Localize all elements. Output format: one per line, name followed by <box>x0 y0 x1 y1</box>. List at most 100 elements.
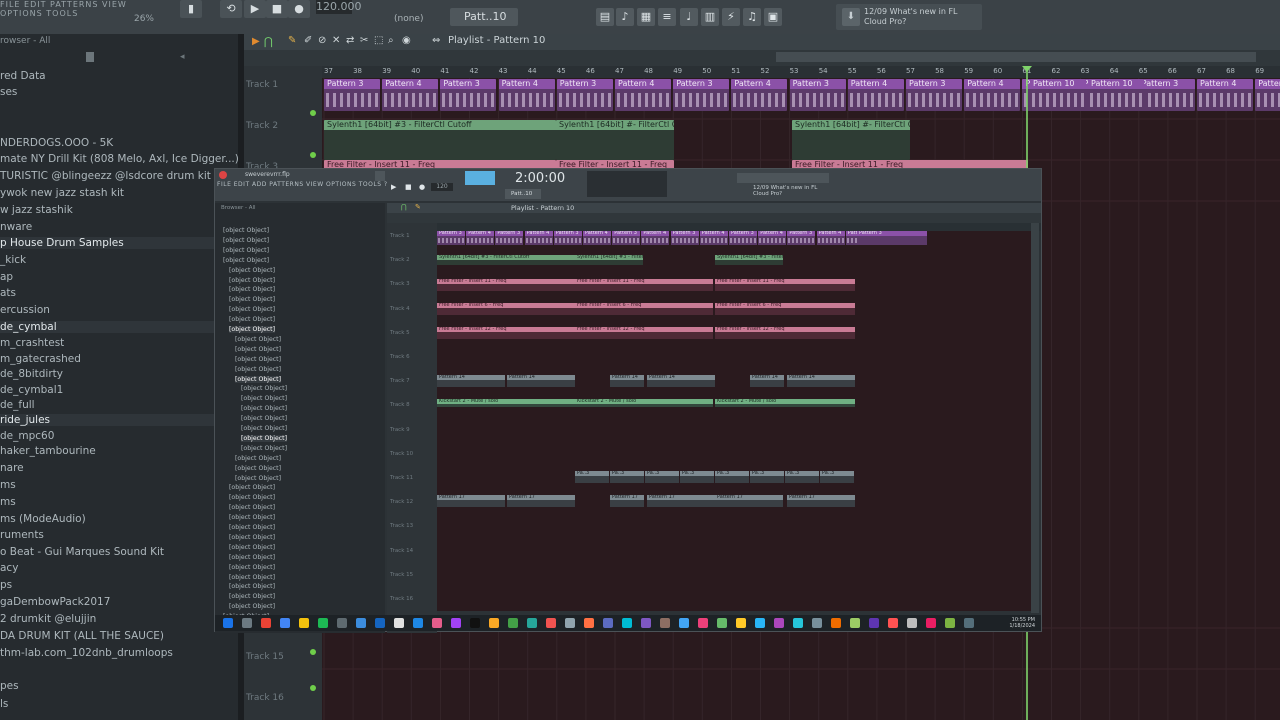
inner-clip[interactable]: Pattern 14 <box>437 375 505 387</box>
inner-browser-item[interactable]: [object Object] <box>223 257 269 264</box>
record-button[interactable]: ● <box>288 0 310 18</box>
inner-browser-item[interactable]: [object Object] <box>229 267 275 274</box>
pattern-clip[interactable]: Pattern 10 <box>1030 79 1086 111</box>
inner-clip[interactable]: Pattern 17 <box>437 495 505 507</box>
inner-clip[interactable]: Pattern 14 <box>750 375 784 387</box>
taskbar-app-icon[interactable] <box>907 618 917 628</box>
inner-clip[interactable]: Pattern 17 <box>610 495 644 507</box>
taskbar-app-icon[interactable] <box>470 618 480 628</box>
inner-clip[interactable]: Free Filter - Insert 6 - Freq <box>575 303 713 315</box>
taskbar-app-icon[interactable] <box>565 618 575 628</box>
taskbar-app-icon[interactable] <box>546 618 556 628</box>
pattern-clip[interactable]: Pattern 3 <box>1255 79 1280 111</box>
browser-item[interactable]: ms <box>0 479 16 491</box>
inner-clip[interactable]: Pattern 4 <box>641 231 670 245</box>
browser-item[interactable]: mate NY Drill Kit (808 Melo, Axl, Ice Di… <box>0 153 239 165</box>
browser-item[interactable]: NDERDOGS.OOO - 5K <box>0 137 113 149</box>
delete-icon[interactable]: ⊘ <box>318 35 326 46</box>
taskbar-app-icon[interactable] <box>280 618 290 628</box>
inner-clip[interactable]: Pa..3 <box>680 471 714 483</box>
inner-track-name[interactable]: Track 1 <box>390 233 410 239</box>
inner-track-name[interactable]: Track 5 <box>390 330 410 336</box>
track-name[interactable]: Track 2 <box>246 121 278 131</box>
taskbar-app-icon[interactable] <box>660 618 670 628</box>
browser-item[interactable]: ls <box>0 698 8 710</box>
browser-item[interactable]: o Beat - Gui Marques Sound Kit <box>0 546 164 558</box>
taskbar-app-icon[interactable] <box>736 618 746 628</box>
channel-rack-icon[interactable]: ▦ <box>637 8 655 26</box>
pattern-clip[interactable]: Pattern 3 <box>556 79 613 111</box>
inner-browser-item[interactable]: [object Object] <box>229 484 275 491</box>
track-name[interactable]: Track 15 <box>246 652 284 662</box>
inner-browser-item[interactable]: [object Object] <box>229 286 275 293</box>
browser-item[interactable]: ms (ModeAudio) <box>0 513 86 525</box>
inner-clip[interactable]: Pattern 3 <box>612 231 641 245</box>
inner-clip[interactable]: Pattern 3 <box>437 231 465 245</box>
taskbar-app-icon[interactable] <box>774 618 784 628</box>
taskbar-app-icon[interactable] <box>584 618 594 628</box>
browser-item[interactable]: ses <box>0 86 17 98</box>
taskbar-app-icon[interactable] <box>945 618 955 628</box>
tempo-display[interactable]: 120.000 <box>316 0 362 14</box>
browser-item[interactable]: ercussion <box>0 304 50 316</box>
render-icon[interactable]: ▣ <box>764 8 782 26</box>
inner-clip[interactable]: Free Filter - Insert 6 - Freq <box>437 303 575 315</box>
inner-vertical-scrollbar[interactable] <box>1031 223 1039 613</box>
inner-browser-item[interactable]: [object Object] <box>229 514 275 521</box>
inner-clip[interactable]: Pattern 17 <box>715 495 783 507</box>
inner-browser-item[interactable]: [object Object] <box>229 296 275 303</box>
taskbar-clock[interactable]: 10:55 PM 1/18/2024 <box>1009 617 1035 629</box>
browser-item[interactable]: 2 drumkit @elujjin <box>0 613 96 625</box>
inner-magnet-icon[interactable]: ⋂ <box>401 203 407 211</box>
taskbar-app-icon[interactable] <box>508 618 518 628</box>
inner-wave-toggle[interactable] <box>465 171 495 185</box>
inner-browser-item[interactable]: [object Object] <box>235 455 281 462</box>
inner-browser-item[interactable]: [object Object] <box>229 603 275 610</box>
taskbar-app-icon[interactable] <box>356 618 366 628</box>
track-indicator[interactable] <box>310 110 316 116</box>
inner-clip[interactable]: Pattern 3 <box>495 231 524 245</box>
speaker-icon[interactable]: ◉ <box>402 35 411 46</box>
browser-item[interactable]: m_gatecrashed <box>0 353 81 365</box>
play-button[interactable]: ▶ <box>244 0 266 18</box>
inner-browser-item[interactable]: [object Object] <box>241 434 288 442</box>
taskbar-app-icon[interactable] <box>850 618 860 628</box>
plugin-icon[interactable]: ⚡ <box>722 8 740 26</box>
taskbar-app-icon[interactable] <box>299 618 309 628</box>
inner-clip[interactable]: Free Filter - Insert 11 - Freq <box>437 279 575 291</box>
snap-selector[interactable]: (none) <box>394 14 423 24</box>
taskbar-app-icon[interactable] <box>926 618 936 628</box>
inner-clip[interactable]: Pa..3 <box>750 471 784 483</box>
inner-clip[interactable]: Pattern 17 <box>507 495 575 507</box>
taskbar-app-icon[interactable] <box>603 618 613 628</box>
inner-clip[interactable]: Pattern 4 <box>758 231 787 245</box>
pattern-clip[interactable]: Pattern 4 <box>498 79 555 111</box>
inner-browser-item[interactable]: [object Object] <box>241 395 287 402</box>
inner-browser-item[interactable]: [object Object] <box>241 385 287 392</box>
inner-menu[interactable]: FILE EDIT ADD PATTERNS VIEW OPTIONS TOOL… <box>217 181 388 188</box>
inner-track-name[interactable]: Track 16 <box>390 596 413 602</box>
inner-clip[interactable]: Pattern 4 <box>524 231 553 245</box>
horizontal-scrollbar[interactable] <box>776 52 1256 62</box>
inner-browser-item[interactable]: [object Object] <box>241 415 287 422</box>
taskbar-app-icon[interactable] <box>337 618 347 628</box>
taskbar-app-icon[interactable] <box>793 618 803 628</box>
inner-browser-item[interactable]: [object Object] <box>223 237 269 244</box>
inner-clip[interactable]: Pattern 14 <box>787 375 855 387</box>
inner-browser-item[interactable]: [object Object] <box>229 583 275 590</box>
inner-clip[interactable]: Pa..3 <box>645 471 679 483</box>
zoom-icon[interactable]: ⌕ <box>388 35 394 46</box>
brush-icon[interactable]: ✐ <box>304 35 312 46</box>
pattern-clip[interactable]: Pattern 4 <box>731 79 788 111</box>
browser-item[interactable]: nare <box>0 462 24 474</box>
playlist-icon[interactable]: ▤ <box>596 8 614 26</box>
pattern-clip[interactable]: Pattern 4 <box>964 79 1021 111</box>
pattern-clip[interactable]: Pattern 3 <box>1138 79 1195 111</box>
inner-clip[interactable]: Kickstart 2 - Mute / solo <box>715 399 855 407</box>
inner-browser-item[interactable]: [object Object] <box>229 574 275 581</box>
browser-item[interactable]: de_cymbal1 <box>0 384 63 396</box>
inner-track-name[interactable]: Track 9 <box>390 427 410 433</box>
timeline-ruler[interactable]: 37 38 39 40 41 42 43 44 45 46 47 48 49 50 51 52 53 54 55 56… <box>322 66 1280 78</box>
inner-browser-item[interactable]: [object Object] <box>229 524 275 531</box>
taskbar-app-icon[interactable] <box>641 618 651 628</box>
